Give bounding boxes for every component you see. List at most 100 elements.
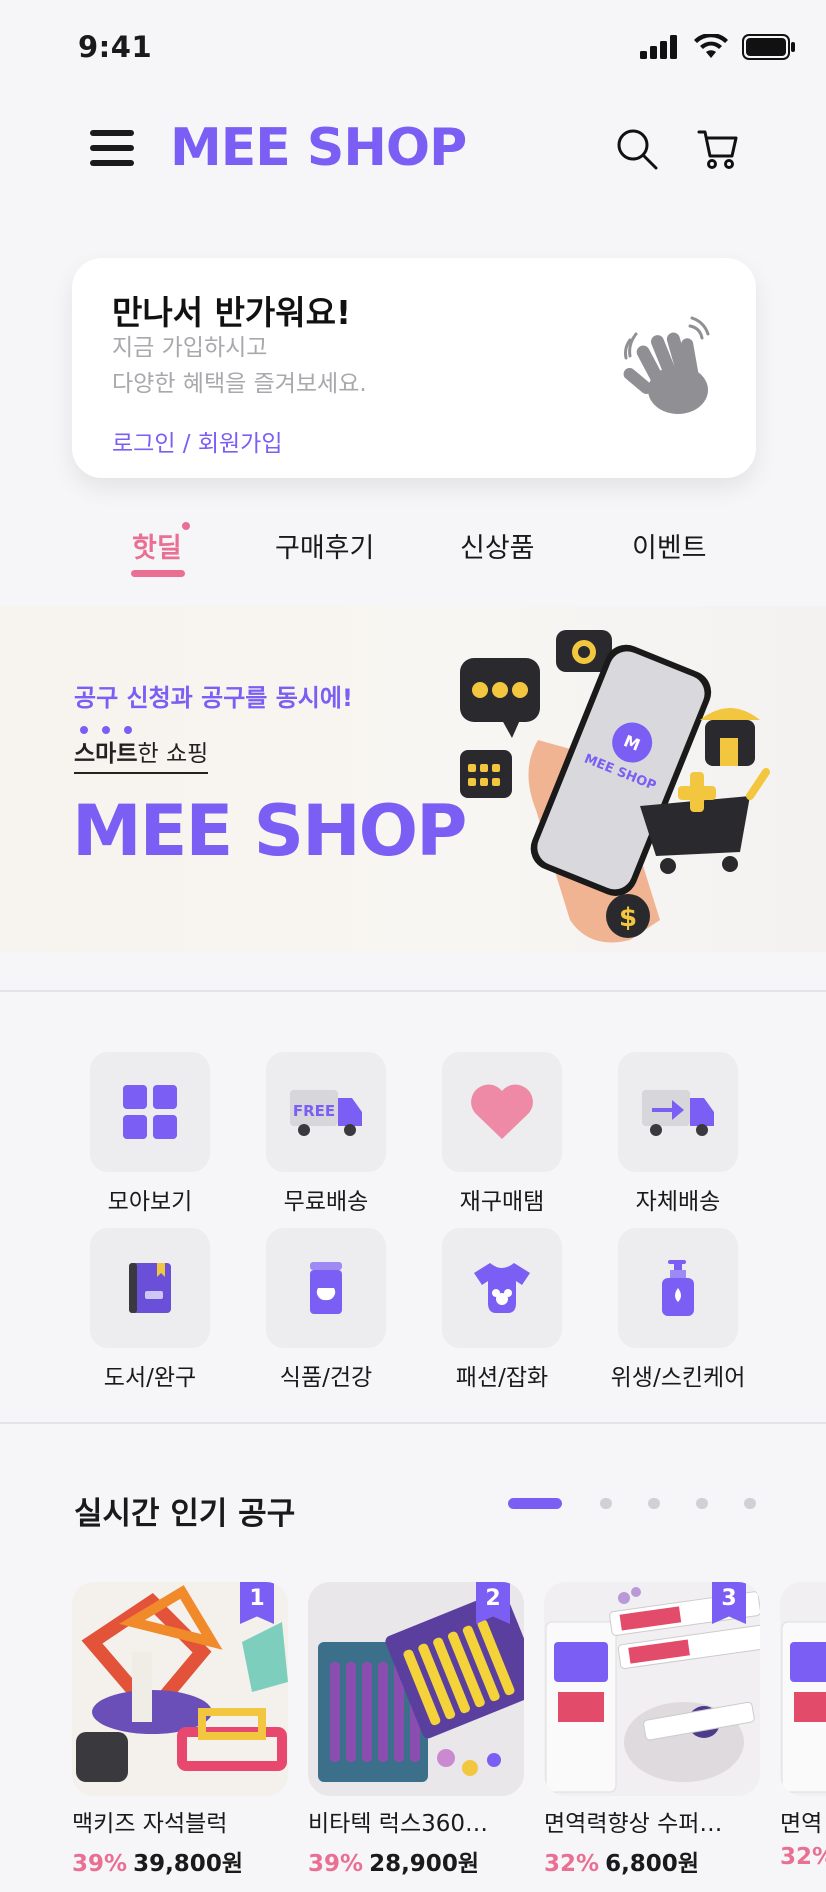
menu-button[interactable] [90,130,134,166]
product-price: 39% 39,800원 [72,1844,288,1878]
category-food-health[interactable]: 식품/건강 [238,1228,414,1392]
category-label: 도서/완구 [103,1365,197,1391]
tab-label: 신상품 [460,533,535,564]
product-price: 39% 28,900원 [308,1844,524,1878]
product-image: 2 [308,1582,524,1796]
banner-subtitle-rest: 한 쇼핑 [137,741,209,767]
category-label: 자체배송 [635,1189,721,1215]
product-card[interactable]: 면역 32% [780,1582,826,1870]
category-browse-all[interactable]: 모아보기 [62,1052,238,1216]
status-time: 9:41 [78,30,153,64]
calendar-icon [460,750,512,798]
discount-rate: 32% [544,1851,600,1877]
status-bar: 9:41 [0,0,826,96]
price-value: 28,900원 [369,1851,479,1877]
product-price: 32% [780,1844,826,1870]
page-indicator-active[interactable] [508,1498,562,1509]
phone-shopping-illustration: M MEE SHOP $ [460,630,770,943]
page-indicator[interactable] [744,1498,756,1509]
store-icon [700,708,760,766]
hamburger-line [90,130,134,136]
popular-products-carousel: 1 맥키즈 자석블럭 39% 39,800원 2 비타텍 럭스360… 39% … [0,1582,826,1892]
banner-subtitle: 스마트한 쇼핑 [74,734,209,774]
tab-new-products[interactable]: 신상품 [460,526,535,565]
category-label: 모아보기 [107,1189,193,1215]
new-dot-badge [181,522,190,530]
food-cup-icon [310,1262,342,1314]
category-icon-box [442,1052,562,1172]
tab-label: 구매후기 [275,533,375,564]
category-icon-box [618,1228,738,1348]
cart-button[interactable] [696,126,740,172]
product-card[interactable]: 2 비타텍 럭스360… 39% 28,900원 [308,1582,524,1878]
page-indicator[interactable] [696,1498,708,1509]
logo[interactable]: MEE SHOP [170,118,467,178]
hamburger-line [90,160,134,166]
welcome-subtitle-line: 다양한 혜택을 즐겨보세요. [112,371,367,397]
search-icon [617,129,658,170]
banner-logo: MEE SHOP [72,790,467,872]
section-divider [0,990,826,992]
category-free-shipping[interactable]: FREE 무료배송 [238,1052,414,1216]
product-price: 32% 6,800원 [544,1844,760,1878]
dollar-coin-icon: $ [606,894,650,938]
product-card[interactable]: 3 면역력향상 수퍼… 32% 6,800원 [544,1582,760,1878]
tab-label: 이벤트 [632,533,707,564]
product-image: 3 [544,1582,760,1796]
tab-reviews[interactable]: 구매후기 [275,526,374,565]
category-label: 무료배송 [283,1189,369,1215]
banner-tagline: 공구 신청과 공구를 동시에! [74,684,353,712]
tab-events[interactable]: 이벤트 [632,526,707,565]
category-fashion[interactable]: 패션/잡화 [414,1228,590,1392]
pump-bottle-icon [662,1260,694,1316]
category-icon-box [90,1228,210,1348]
category-icon-box [618,1052,738,1172]
category-repurchase[interactable]: 재구매탬 [414,1052,590,1216]
search-button[interactable] [614,126,660,172]
product-name: 면역력향상 수퍼… [544,1811,723,1837]
category-own-delivery[interactable]: 자체배송 [590,1052,766,1216]
category-hygiene-skincare[interactable]: 위생/스킨케어 [590,1228,766,1392]
category-icon-box: FREE [266,1052,386,1172]
page-indicator[interactable] [648,1498,660,1509]
waving-hand-icon [623,316,710,414]
baby-onesie-icon [474,1263,530,1313]
product-name: 면역 [780,1811,823,1837]
welcome-subtitle-line: 지금 가입하시고 [112,335,268,361]
discount-rate: 39% [72,1851,128,1877]
section-divider [0,1422,826,1424]
promo-banner[interactable]: 공구 신청과 공구를 동시에! 스마트한 쇼핑 MEE SHOP M MEE S… [0,606,826,952]
banner-subtitle-bold: 스마트 [74,741,138,767]
price-value: 39,800원 [133,1851,243,1877]
product-image: 1 [72,1582,288,1796]
price-value: 6,800원 [605,1851,699,1877]
free-truck-icon: FREE [290,1090,362,1136]
battery-icon [742,34,795,60]
category-label: 패션/잡화 [455,1365,549,1391]
product-name: 맥키즈 자석블럭 [72,1811,228,1837]
grid-icon [123,1085,177,1139]
emphasis-dots [80,726,132,734]
tab-label: 핫딜 [132,533,182,564]
page-indicator[interactable] [600,1498,612,1509]
product-card[interactable]: 1 맥키즈 자석블럭 39% 39,800원 [72,1582,288,1878]
wifi-icon [694,34,728,58]
tab-hotdeal[interactable]: 핫딜 [132,522,190,565]
book-icon [129,1263,171,1313]
hamburger-line [90,145,134,151]
heart-icon [471,1084,533,1139]
popular-section-title: 실시간 인기 공구 [74,1496,296,1532]
header: MEE SHOP [0,96,826,200]
category-books-toys[interactable]: 도서/완구 [62,1228,238,1392]
category-label: 재구매탬 [459,1189,545,1215]
product-image [780,1582,826,1796]
discount-rate: 32% [780,1844,826,1870]
carousel-pagination [508,1498,756,1509]
category-icon-box [442,1228,562,1348]
discount-rate: 39% [308,1851,364,1877]
tab-bar: 핫딜 구매후기 신상품 이벤트 [0,522,826,586]
welcome-subtitle: 지금 가입하시고 다양한 혜택을 즐겨보세요. [112,330,367,402]
login-signup-link[interactable]: 로그인 / 회원가입 [112,424,283,458]
category-label: 식품/건강 [279,1365,373,1391]
cart-icon [697,130,738,169]
